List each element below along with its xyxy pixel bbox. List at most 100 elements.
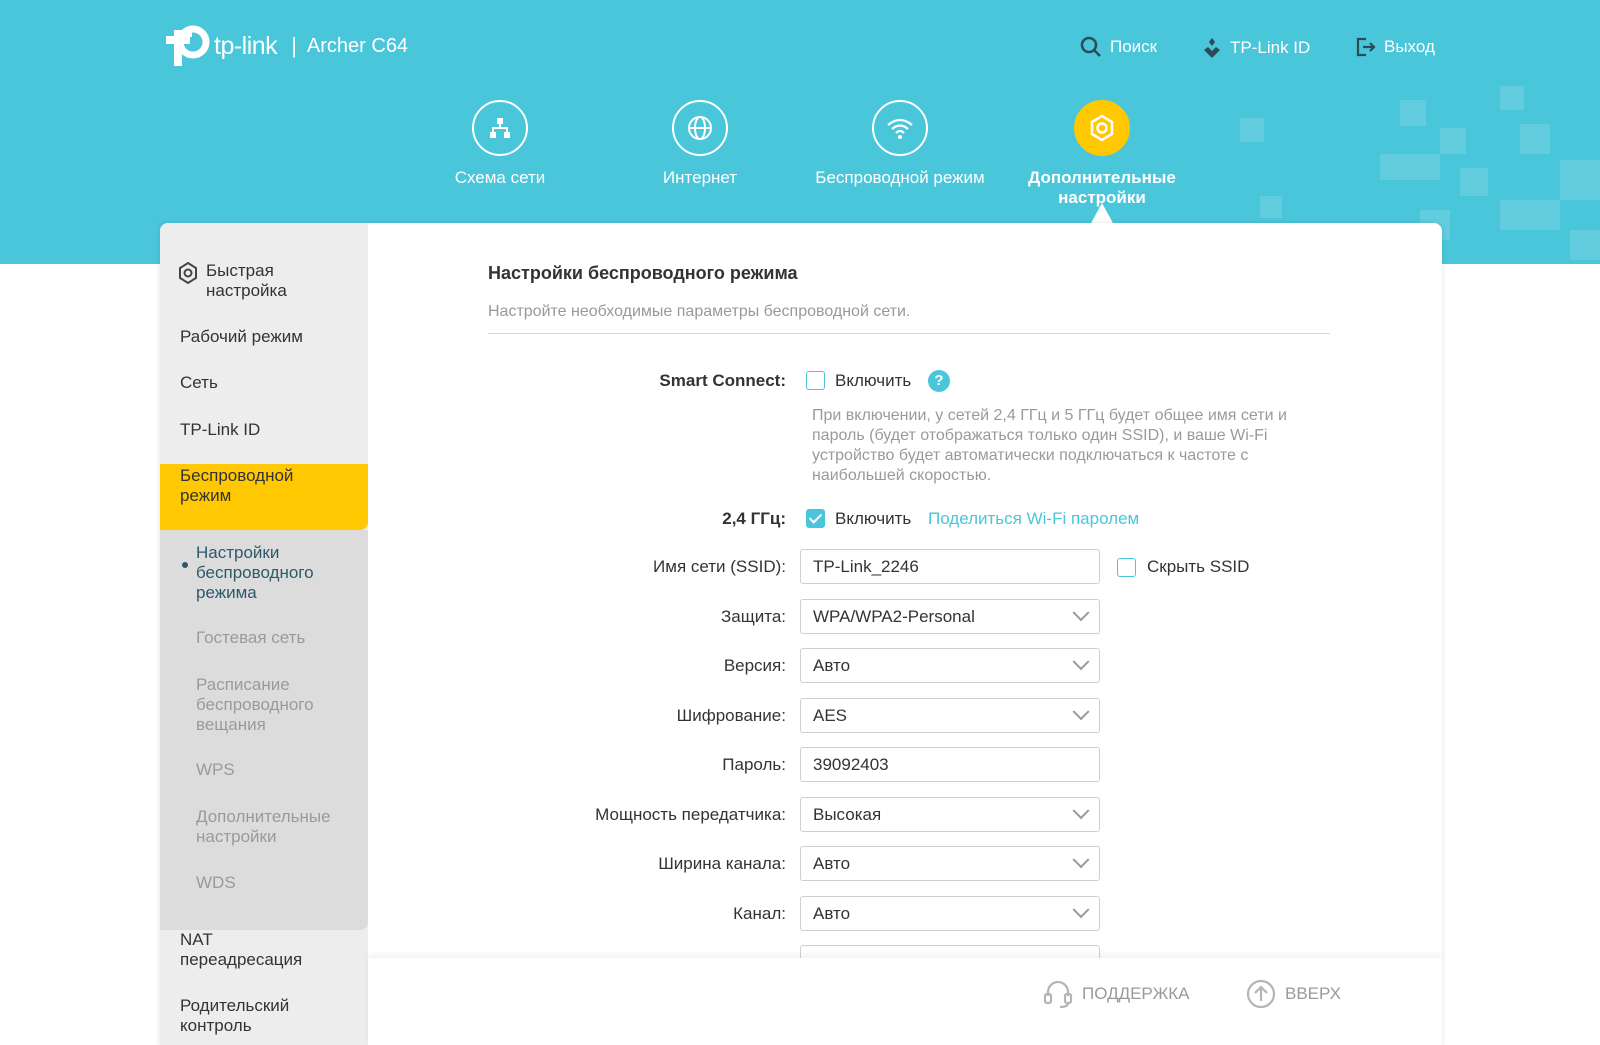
channel-label: Канал: [733,904,786,923]
smart-connect-hint: При включении, у сетей 2,4 ГГц и 5 ГГц б… [812,407,1287,484]
sidebar-item-network[interactable]: Сеть [180,373,218,393]
submenu-item-wds[interactable]: WDS [196,873,236,893]
encryption-label: Шифрование: [676,706,786,725]
security-label: Защита: [721,607,786,626]
submenu-item-wps[interactable]: WPS [196,760,235,780]
arrow-up-icon [1246,979,1276,1009]
logo-separator: | [291,33,297,58]
submenu-item-wireless-schedule[interactable]: Расписание беспроводного вещания [196,675,346,735]
tplink-id-label: TP-Link ID [1230,38,1311,57]
channel-select[interactable]: Авто [800,896,1100,931]
sidebar-item-parental-control[interactable]: Родительский контроль [180,996,330,1036]
chevron-down-icon [1072,900,1090,918]
submenu-item-label: Гостевая сеть [196,628,306,647]
hide-ssid-checkbox[interactable] [1117,558,1136,577]
nav-wireless-label: Беспроводной режим [815,168,985,187]
search-icon [1080,36,1101,57]
nav-network-map[interactable]: Схема сети [405,100,595,188]
title-divider [488,333,1330,334]
sidebar-item-tplink-id[interactable]: TP-Link ID [180,420,260,440]
password-value: 39092403 [813,754,889,774]
sidebar-item-label: Рабочий режим [180,327,303,346]
ssid-value: TP-Link_2246 [813,556,919,576]
tx-power-label: Мощность передатчика: [595,805,786,824]
submenu-item-label: WDS [196,873,236,892]
version-value: Авто [813,655,851,675]
smart-connect-checkbox[interactable] [806,371,825,390]
logo-text: tp-link [214,31,278,60]
nav-internet[interactable]: Интернет [605,100,795,188]
logout-label: Выход [1384,37,1435,56]
nav-advanced-label: Дополнительные настройки [1028,168,1176,207]
band-24-checkbox[interactable] [806,509,825,528]
sidebar-item-label: Родительский контроль [180,996,290,1035]
version-select[interactable]: Авто [800,648,1100,683]
logout-button[interactable]: Выход [1354,36,1435,58]
security-select[interactable]: WPA/WPA2-Personal [800,599,1100,634]
gear-icon [1074,100,1130,156]
active-nav-pointer [1090,203,1114,225]
sidebar-item-label: TP-Link ID [180,420,261,439]
encryption-select[interactable]: AES [800,698,1100,733]
sidebar-item-quick-setup[interactable]: Быстрая настройка [176,261,316,301]
search-label: Поиск [1110,37,1158,56]
chevron-down-icon [1072,801,1090,819]
ssid-input[interactable]: TP-Link_2246 [800,549,1100,584]
security-value: WPA/WPA2-Personal [813,606,975,626]
sidebar: Быстрая настройка Рабочий режим Сеть TP-… [160,223,368,1045]
sidebar-item-operation-mode[interactable]: Рабочий режим [180,327,303,347]
encryption-value: AES [813,705,848,725]
channel-width-label: Ширина канала: [658,854,786,873]
channel-value: Авто [813,903,851,923]
tplink-logo-icon [160,22,210,70]
nav-wireless[interactable]: Беспроводной режим [805,100,995,188]
content-area: Настройки беспроводного режима Настройте… [368,223,1442,1045]
current-bullet [182,562,188,568]
sidebar-item-nat-forwarding[interactable]: NAT переадресация [180,930,330,970]
share-wifi-password-link[interactable]: Поделиться Wi-Fi паролем [928,509,1139,529]
headset-icon [1043,980,1073,1009]
globe-icon [672,100,728,156]
hide-ssid-label[interactable]: Скрыть SSID [1147,557,1249,577]
brand-logo: tp-link | Archer C64 [160,22,408,70]
channel-width-select[interactable]: Авто [800,846,1100,881]
ssid-label: Имя сети (SSID): [653,557,786,576]
sidebar-item-label: Сеть [180,373,218,392]
wifi-icon [872,100,928,156]
smart-connect-label: Smart Connect: [659,371,786,390]
band-24-checkbox-label[interactable]: Включить [835,509,911,529]
nav-advanced[interactable]: Дополнительные настройки [1007,100,1197,208]
support-button[interactable]: ПОДДЕРЖКА [1042,978,1190,1010]
chevron-down-icon [1072,850,1090,868]
help-icon[interactable]: ? [928,370,950,392]
sidebar-item-wireless[interactable]: Беспроводной режим [180,466,330,506]
tplink-id-icon [1204,38,1220,58]
submenu-item-advanced-settings[interactable]: Дополнительные настройки [196,807,346,847]
sidebar-item-label: NAT переадресация [180,930,303,969]
band-24-label: 2,4 ГГц: [722,509,786,528]
tx-power-select[interactable]: Высокая [800,797,1100,832]
submenu-item-label: Дополнительные настройки [196,807,331,846]
chevron-down-icon [1072,652,1090,670]
submenu-item-label: WPS [196,760,235,779]
submenu-item-wireless-settings[interactable]: Настройки беспроводного режима [196,543,346,603]
gear-icon [179,261,197,285]
back-to-top-label: ВВЕРХ [1285,984,1341,1003]
submenu-item-guest-network[interactable]: Гостевая сеть [196,628,305,648]
back-to-top-button[interactable]: ВВЕРХ [1245,978,1341,1010]
nav-internet-label: Интернет [662,168,738,187]
smart-connect-checkbox-label[interactable]: Включить [835,371,911,391]
password-input[interactable]: 39092403 [800,747,1100,782]
nav-network-map-label: Схема сети [454,168,546,187]
support-label: ПОДДЕРЖКА [1082,984,1190,1003]
submenu-item-label: Настройки беспроводного режима [196,543,314,602]
logout-icon [1356,37,1376,57]
version-label: Версия: [723,656,786,675]
search-button[interactable]: Поиск [1080,36,1157,58]
channel-width-value: Авто [813,853,851,873]
password-label: Пароль: [722,755,786,774]
network-map-icon [472,100,528,156]
main-panel: Быстрая настройка Рабочий режим Сеть TP-… [160,223,1442,1045]
tplink-id-button[interactable]: TP-Link ID [1202,36,1310,60]
model-name: Archer C64 [306,34,409,57]
